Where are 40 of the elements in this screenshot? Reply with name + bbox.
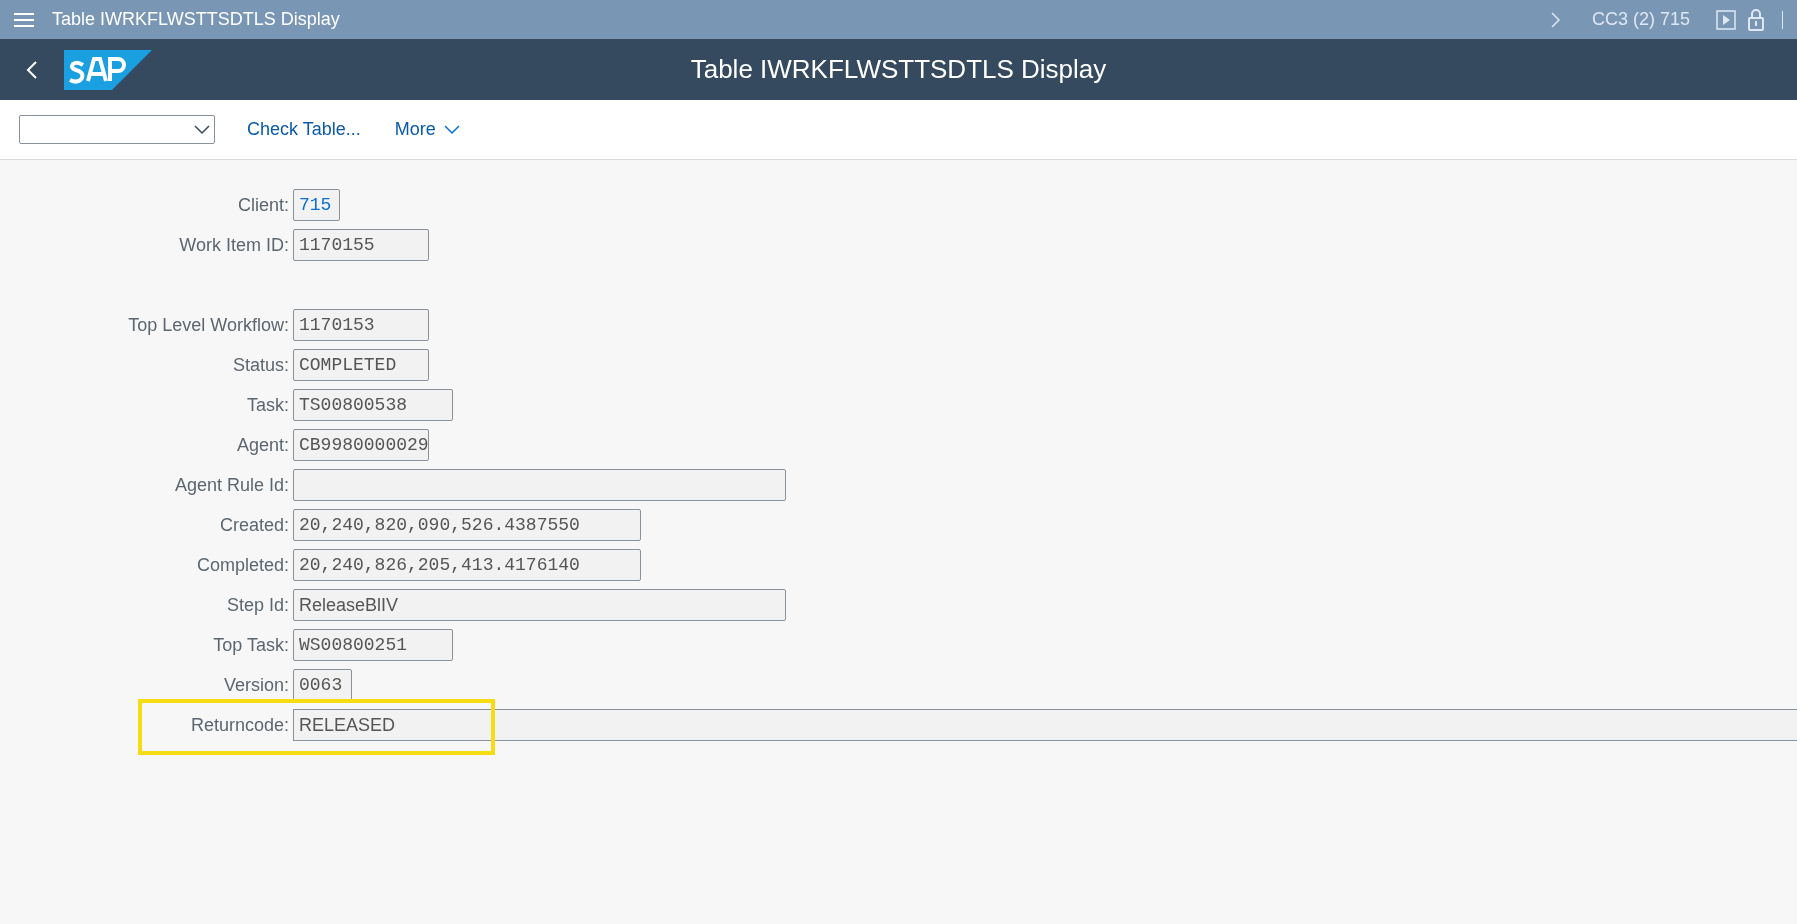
input-field[interactable]: 1170153: [293, 309, 429, 341]
more-button[interactable]: More: [386, 115, 468, 144]
field-label: Agent:: [235, 434, 290, 456]
page-title: Table IWRKFLWSTTSDTLS Display: [690, 54, 1107, 85]
input-field[interactable]: WS00800251: [293, 629, 453, 661]
field-label: Top Level Workflow:: [127, 314, 290, 336]
chevron-down-icon: [443, 124, 460, 135]
input-field[interactable]: 20,240,826,205,413.4176140: [293, 549, 641, 581]
input-field[interactable]: COMPLETED: [293, 349, 429, 381]
input-field[interactable]: ReleaseBlIV: [293, 589, 786, 621]
chevron-right-icon[interactable]: [1550, 11, 1560, 28]
field-label: Completed:: [195, 554, 290, 576]
input-field[interactable]: TS00800538: [293, 389, 453, 421]
dropdown-field[interactable]: [19, 115, 215, 144]
input-field[interactable]: CB9980000029: [293, 429, 429, 461]
field-label: Work Item ID:: [178, 234, 290, 256]
field-label: Created:: [218, 514, 290, 536]
field-label: Step Id:: [225, 594, 290, 616]
input-field[interactable]: 20,240,820,090,526.4387550: [293, 509, 641, 541]
field-label: Client:: [236, 194, 290, 216]
menu-icon[interactable]: [14, 11, 34, 28]
field-label: Status:: [231, 354, 290, 376]
input-field[interactable]: 0063: [293, 669, 352, 701]
shell-title: Table IWRKFLWSTTSDTLS Display: [52, 9, 340, 30]
play-icon[interactable]: [1716, 9, 1736, 30]
input-field[interactable]: 715: [293, 189, 340, 221]
logo-icon: [64, 49, 152, 90]
field-label: Returncode:: [189, 714, 290, 736]
toolbar-button[interactable]: Check Table...: [239, 115, 369, 144]
back-icon[interactable]: [26, 59, 38, 80]
input-field[interactable]: RELEASED: [293, 709, 1797, 741]
lock-icon[interactable]: [1748, 8, 1764, 31]
system-info: CC3 (2) 715: [1591, 9, 1690, 30]
input-field[interactable]: [293, 469, 786, 501]
field-label: Task:: [246, 394, 290, 416]
field-label: Agent Rule Id:: [173, 474, 290, 496]
field-label: Top Task:: [212, 634, 290, 656]
input-field[interactable]: 1170155: [293, 229, 429, 261]
chevron-down-icon: [194, 124, 210, 135]
field-label: Version:: [222, 674, 290, 696]
